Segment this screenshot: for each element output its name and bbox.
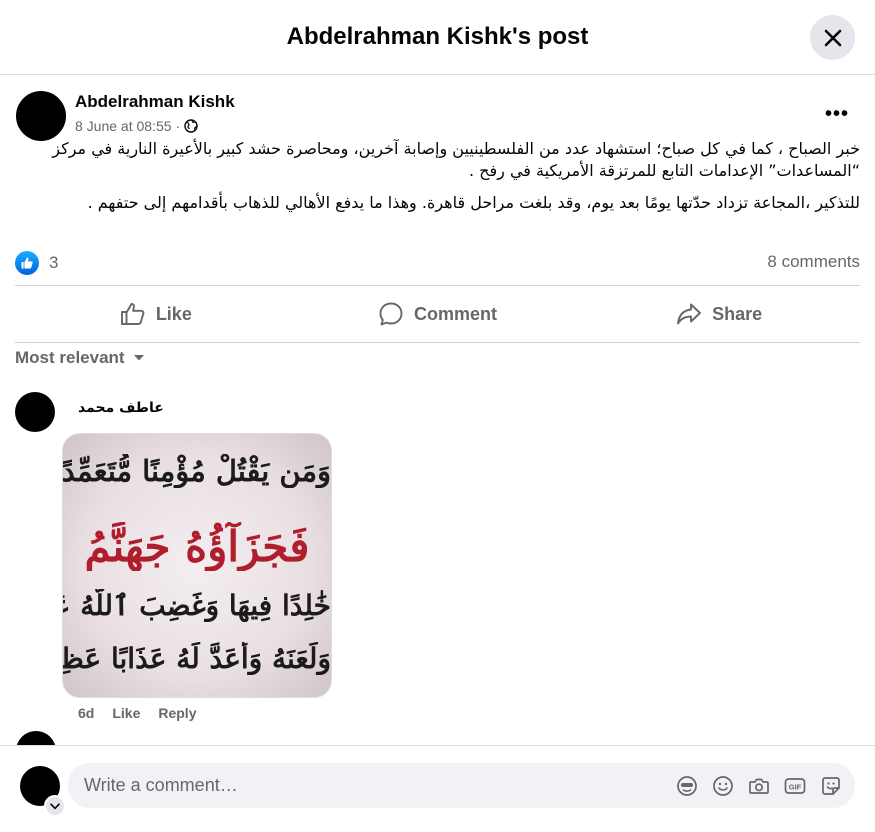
comment-reply-button[interactable]: Reply	[158, 705, 196, 721]
commenter-avatar[interactable]	[15, 392, 55, 432]
divider	[15, 342, 860, 343]
thumbs-up-icon	[120, 303, 145, 325]
comment-time[interactable]: 6d	[78, 705, 94, 721]
comment-like-button[interactable]: Like	[112, 705, 140, 721]
more-options-button[interactable]: •••	[825, 102, 849, 126]
image-text-line: فَجَزَآؤُهُ جَهَنَّمُ	[84, 522, 310, 571]
like-reaction-icon	[15, 251, 39, 275]
post-action-bar: Like Comment Share	[15, 286, 860, 342]
comment-label: Comment	[414, 303, 498, 324]
like-button[interactable]: Like	[15, 286, 297, 342]
like-label: Like	[155, 303, 192, 324]
avatar-menu-badge[interactable]	[44, 795, 66, 817]
post-body: خبر الصباح ، كما في كل صباح؛ استشهاد عدد…	[20, 138, 860, 224]
close-icon	[824, 29, 841, 46]
gif-button[interactable]: GIF	[783, 774, 807, 798]
post-paragraph: خبر الصباح ، كما في كل صباح؛ استشهاد عدد…	[52, 139, 860, 180]
commenter-name[interactable]: عاطف محمد	[78, 400, 164, 416]
globe-icon	[184, 119, 198, 133]
more-icon: •••	[825, 102, 850, 125]
author-name[interactable]: Abdelrahman Kishk	[75, 92, 235, 112]
reaction-count: 3	[49, 253, 59, 272]
image-text-line: خَٰلِدًا فِيهَا وَغَضِبَ ٱللَّهُ عَلَيْه…	[63, 589, 331, 622]
dialog-header: Abdelrahman Kishk's post	[0, 0, 875, 75]
comment-button[interactable]: Comment	[297, 286, 579, 342]
camera-button[interactable]	[747, 774, 771, 798]
camera-icon	[749, 778, 769, 794]
caret-down-icon	[133, 355, 144, 361]
reaction-summary[interactable]: 3	[15, 251, 58, 275]
post-meta: 8 June at 08:55 ·	[75, 118, 198, 134]
share-label: Share	[712, 303, 763, 324]
next-commenter-avatar[interactable]	[16, 731, 56, 745]
author-avatar[interactable]	[16, 91, 66, 141]
post-paragraph: للتذكير ،المجاعة تزداد حدّتها يومًا بعد …	[87, 193, 860, 212]
comments-count[interactable]: 8 comments	[767, 252, 860, 272]
comment-input-box[interactable]: GIF	[68, 763, 855, 808]
sticker-button[interactable]	[819, 774, 843, 798]
gif-icon: GIF	[784, 777, 806, 794]
chevron-down-icon	[50, 802, 60, 810]
comment-actions: 6d Like Reply	[78, 705, 196, 721]
sort-label: Most relevant	[15, 348, 125, 367]
comment-input[interactable]	[82, 774, 646, 797]
emoji-icon	[713, 775, 733, 796]
comment-sort-dropdown[interactable]: Most relevant	[15, 348, 145, 368]
composer-tools: GIF	[675, 763, 843, 808]
share-button[interactable]: Share	[578, 286, 860, 342]
share-icon	[677, 303, 702, 325]
sticker-icon	[822, 776, 840, 795]
close-button[interactable]	[810, 15, 855, 60]
avatar-sticker-button[interactable]	[675, 774, 699, 798]
post-timestamp[interactable]: 8 June at 08:55	[75, 118, 172, 134]
avatar-sticker-icon	[677, 775, 697, 796]
dialog-title: Abdelrahman Kishk's post	[286, 23, 589, 50]
comment-image[interactable]: وَمَن يَقْتُلْ مُؤْمِنًا مُّتَعَمِّدًا ف…	[62, 433, 332, 698]
image-text-line: وَلَعَنَهُ وَأَعَدَّ لَهُ عَذَابًا عَظِي…	[63, 642, 331, 675]
svg-text:GIF: GIF	[789, 782, 802, 791]
comment-icon	[379, 302, 403, 326]
emoji-button[interactable]	[711, 774, 735, 798]
meta-separator: ·	[175, 118, 181, 134]
image-text-line: وَمَن يَقْتُلْ مُؤْمِنًا مُّتَعَمِّدًا	[63, 454, 331, 488]
